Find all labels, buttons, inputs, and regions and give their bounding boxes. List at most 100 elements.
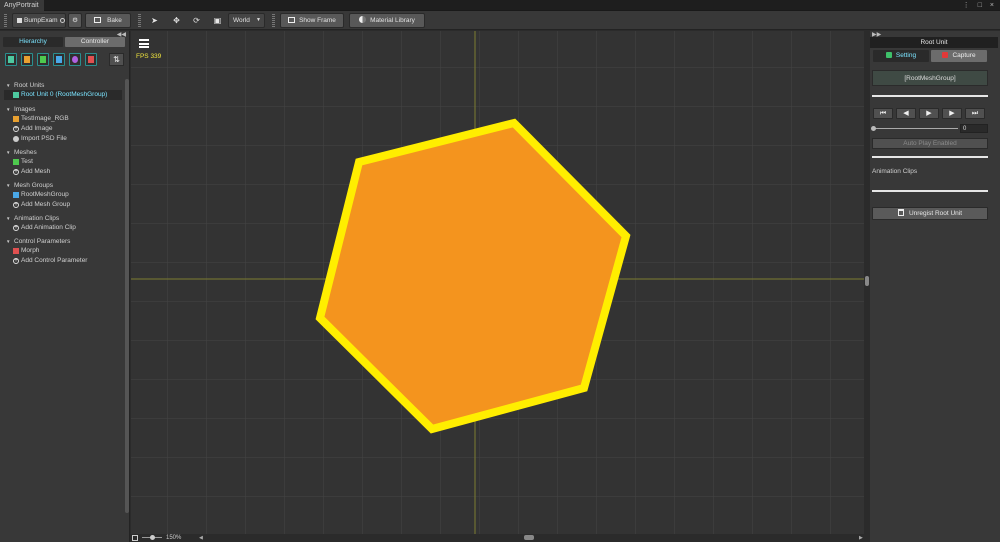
list-item-label: Morph (21, 247, 40, 254)
filter-mesh-group-button[interactable] (53, 53, 65, 66)
editor-canvas[interactable]: FPS 339 (131, 31, 864, 534)
section-images[interactable]: Images (4, 105, 122, 114)
unregist-root-unit-button[interactable]: Unregist Root Unit (872, 207, 988, 220)
control-param-icon (13, 248, 19, 254)
section-animation-clips[interactable]: Animation Clips (4, 214, 122, 223)
add-icon (13, 256, 19, 266)
tab-hierarchy[interactable]: Hierarchy (3, 37, 63, 47)
select-tool-icon[interactable]: ➤ (148, 14, 161, 27)
move-tool-icon[interactable]: ✥ (170, 14, 183, 27)
filter-image-button[interactable] (21, 53, 33, 66)
list-item-image[interactable]: TestImage_RGB (4, 114, 122, 124)
list-item-label: Add Animation Clip (21, 224, 76, 231)
frame-icon (288, 17, 296, 23)
sort-icon: ⇅ (113, 55, 120, 64)
window-tab-bar: AnyPortrait ⋮ □ × (0, 0, 1000, 11)
list-item-label: Import PSD File (21, 135, 67, 142)
list-item-label: Root Unit 0 (RootMeshGroup) (21, 91, 108, 98)
add-control-param-button[interactable]: Add Control Parameter (4, 256, 122, 266)
project-name: BumpExam (24, 17, 58, 24)
divider (872, 156, 988, 158)
section-root-units[interactable]: Root Units (4, 81, 122, 90)
window-tab[interactable]: AnyPortrait (0, 0, 44, 11)
bake-button[interactable]: Bake (85, 13, 131, 28)
filter-control-param-button[interactable] (85, 53, 97, 66)
time-slider[interactable] (871, 126, 958, 131)
show-frame-button[interactable]: Show Frame (280, 13, 344, 28)
rotate-tool-icon[interactable]: ⟳ (190, 14, 203, 27)
filter-mesh-button[interactable] (37, 53, 49, 66)
toolbar-grip[interactable] (4, 14, 7, 27)
add-mesh-group-button[interactable]: Add Mesh Group (4, 200, 122, 210)
play-button[interactable]: ▶ (919, 108, 939, 119)
tab-label: Capture (952, 52, 976, 59)
list-item-mesh-group[interactable]: RootMeshGroup (4, 190, 122, 200)
unregist-label: Unregist Root Unit (908, 210, 963, 217)
tab-capture[interactable]: Capture (931, 50, 987, 62)
play-icon: ▶ (926, 110, 932, 117)
inspector-panel: ▶ ▶ Root Unit Setting Capture [RootMeshGr… (870, 31, 1000, 542)
project-icon (17, 17, 22, 23)
add-mesh-button[interactable]: Add Mesh (4, 167, 122, 177)
horizontal-scrollbar-thumb[interactable] (524, 535, 534, 540)
next-frame-button[interactable]: ▶ (942, 108, 962, 119)
first-frame-button[interactable]: ⏮ (873, 108, 893, 119)
section-control-parameters[interactable]: Control Parameters (4, 237, 122, 246)
window-controls[interactable]: ⋮ □ × (963, 0, 997, 11)
mesh-icon (13, 159, 19, 165)
fit-view-icon[interactable] (132, 535, 138, 541)
filter-toolbar: ⇅ (3, 53, 125, 69)
tab-label: Setting (895, 52, 917, 59)
list-item-label: RootMeshGroup (21, 191, 69, 198)
list-item-root-unit[interactable]: Root Unit 0 (RootMeshGroup) (4, 90, 122, 100)
list-item-mesh[interactable]: Test (4, 157, 122, 167)
toolbar-grip[interactable] (272, 14, 275, 27)
section-mesh-groups[interactable]: Mesh Groups (4, 181, 122, 190)
hierarchy-panel: ◀◀ Hierarchy Controller ⇅ Root Units Roo… (0, 31, 130, 542)
left-scrollbar[interactable] (125, 79, 129, 513)
tab-setting[interactable]: Setting (873, 50, 929, 62)
filter-root-unit-button[interactable] (5, 53, 17, 66)
last-frame-button[interactable]: ⏭ (965, 108, 985, 119)
add-image-button[interactable]: Add Image (4, 124, 122, 134)
prev-frame-button[interactable]: ◀ (896, 108, 916, 119)
image-icon (13, 116, 19, 122)
tab-controller[interactable]: Controller (65, 37, 125, 47)
settings-button[interactable]: ⚙ (68, 13, 82, 28)
material-library-button[interactable]: Material Library (349, 13, 425, 28)
animation-icon (72, 56, 78, 63)
list-item-control-param[interactable]: Morph (4, 246, 122, 256)
scroll-left-icon[interactable]: ◀ (199, 534, 203, 542)
sort-button[interactable]: ⇅ (109, 53, 124, 66)
scroll-right-icon[interactable]: ▶ (859, 534, 863, 542)
add-animation-clip-button[interactable]: Add Animation Clip (4, 223, 122, 233)
scale-tool-icon[interactable]: ▣ (211, 14, 224, 27)
time-slider-knob[interactable] (871, 126, 876, 131)
animation-clips-label: Animation Clips (872, 168, 918, 175)
list-item-label: TestImage_RGB (21, 115, 69, 122)
section-meshes[interactable]: Meshes (4, 148, 122, 157)
capture-icon (942, 52, 949, 58)
add-icon (13, 167, 19, 177)
filter-animation-button[interactable] (69, 53, 81, 66)
scrollbar-thumb[interactable] (865, 276, 869, 286)
step-back-icon: ◀ (903, 110, 909, 117)
space-dropdown[interactable]: World ▼ (228, 13, 265, 28)
hamburger-menu-icon[interactable] (139, 39, 149, 48)
divider (872, 190, 988, 192)
skip-forward-icon: ⏭ (971, 110, 979, 117)
time-input[interactable]: 0 (960, 124, 988, 133)
import-psd-button[interactable]: Import PSD File (4, 134, 122, 144)
toolbar-grip[interactable] (138, 14, 141, 27)
step-forward-icon: ▶ (949, 110, 955, 117)
skip-back-icon: ⏮ (879, 110, 887, 117)
list-item-label: Add Image (21, 125, 53, 132)
canvas-svg (131, 31, 864, 534)
project-selector[interactable]: BumpExam (12, 13, 66, 28)
add-icon (13, 223, 19, 233)
psd-icon (13, 136, 19, 142)
auto-play-button[interactable]: Auto Play Enabled (872, 138, 988, 149)
mesh-icon (40, 56, 46, 63)
zoom-slider-knob[interactable] (150, 535, 155, 540)
mesh-group-icon (56, 56, 62, 63)
